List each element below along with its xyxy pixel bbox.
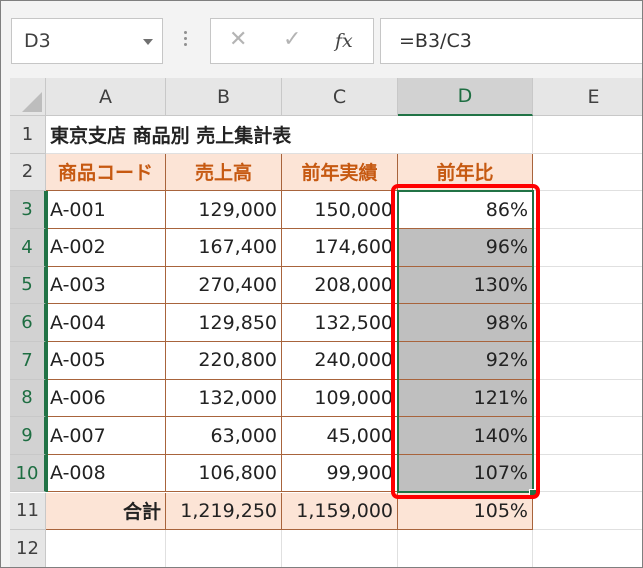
table-cell[interactable]: 96% [398,228,533,267]
column-header-c[interactable]: C [282,78,398,116]
empty-cell[interactable] [533,267,642,305]
row-header-5[interactable]: 5 [10,266,46,305]
table-cell[interactable]: 86% [398,191,533,229]
row-header-7[interactable]: 7 [10,341,46,380]
table-header-cell[interactable]: 商品コード [46,153,166,192]
table-cell[interactable]: 132,000 [166,379,282,418]
empty-cell[interactable] [533,380,642,418]
row-header-1[interactable]: 1 [10,116,46,154]
empty-cell[interactable] [533,304,642,342]
cell-d1[interactable] [398,116,533,154]
table-cell[interactable]: 130% [398,266,533,305]
product-code-cell[interactable]: A-002 [46,228,166,267]
checkmark-icon[interactable]: ✓ [283,27,301,52]
worksheet-grid[interactable]: A B C D E 1 2 3 4 5 6 7 8 9 10 11 12 東京支店 商品別 売上集計表 商品コード売… [10,78,642,567]
column-header-e[interactable]: E [533,78,642,116]
product-code-cell[interactable]: A-003 [46,266,166,305]
drag-handle-icon[interactable] [184,31,188,49]
table-cell[interactable]: 167,400 [166,228,282,267]
empty-cell[interactable] [166,530,282,567]
empty-cell[interactable] [46,530,166,567]
chevron-down-icon[interactable] [143,39,153,45]
cancel-icon[interactable]: ✕ [229,27,247,52]
table-cell[interactable]: 45,000 [282,417,398,455]
fill-handle[interactable] [529,488,537,497]
sheet-title-cell[interactable]: 東京支店 商品別 売上集計表 [46,116,398,154]
table-cell[interactable]: 208,000 [282,266,398,305]
cell-e1[interactable] [533,116,642,154]
row-header-10[interactable]: 10 [10,454,46,493]
table-cell[interactable]: 174,600 [282,228,398,267]
table-cell[interactable]: 92% [398,341,533,380]
column-header-a[interactable]: A [46,78,166,116]
insert-function-icon[interactable]: fx [335,30,353,52]
row-header-3[interactable]: 3 [10,191,46,229]
row-header-4[interactable]: 4 [10,228,46,267]
table-cell[interactable]: 109,000 [282,379,398,418]
table-header-cell[interactable]: 前年比 [398,153,533,192]
excel-window: D3 ✕ ✓ fx =B3/C3 A B C D E 1 2 3 4 5 6 7 8 9 10 11 12 東京支… [0,0,643,568]
table-cell[interactable]: 150,000 [282,191,398,229]
row-header-12[interactable]: 12 [10,530,46,567]
total-cell[interactable]: 1,159,000 [282,492,398,531]
total-cell[interactable]: 1,219,250 [166,492,282,531]
empty-cell[interactable] [533,455,642,493]
column-header-d[interactable]: D [398,78,533,116]
total-label-cell[interactable]: 合計 [46,492,166,531]
cell-e2[interactable] [533,154,642,192]
table-cell[interactable]: 99,900 [282,454,398,493]
table-cell[interactable]: 129,000 [166,191,282,229]
formula-text: =B3/C3 [399,30,472,52]
table-cell[interactable]: 270,400 [166,266,282,305]
product-code-cell[interactable]: A-004 [46,304,166,342]
empty-cell[interactable] [533,530,642,567]
table-cell[interactable]: 121% [398,379,533,418]
table-cell[interactable]: 132,500 [282,304,398,342]
select-all-button[interactable] [10,78,46,116]
table-cell[interactable]: 63,000 [166,417,282,455]
row-header-2[interactable]: 2 [10,153,46,192]
empty-cell[interactable] [533,229,642,267]
table-header-cell[interactable]: 売上高 [166,153,282,192]
empty-cell[interactable] [398,530,533,567]
total-cell[interactable]: 105% [398,492,533,531]
name-box-value: D3 [24,30,51,52]
empty-cell[interactable] [533,417,642,455]
table-header-cell[interactable]: 前年実績 [282,153,398,192]
table-cell[interactable]: 220,800 [166,341,282,380]
table-cell[interactable]: 129,850 [166,304,282,342]
select-all-icon [22,92,42,112]
formula-buttons: ✕ ✓ fx [210,18,374,64]
row-header-8[interactable]: 8 [10,379,46,418]
product-code-cell[interactable]: A-007 [46,417,166,455]
table-cell[interactable]: 240,000 [282,341,398,380]
product-code-cell[interactable]: A-001 [46,191,166,229]
table-cell[interactable]: 140% [398,417,533,455]
product-code-cell[interactable]: A-005 [46,341,166,380]
column-header-b[interactable]: B [166,78,282,116]
empty-cell[interactable] [533,493,642,531]
product-code-cell[interactable]: A-008 [46,454,166,493]
table-cell[interactable]: 107% [398,454,533,493]
table-cell[interactable]: 106,800 [166,454,282,493]
row-header-6[interactable]: 6 [10,304,46,342]
product-code-cell[interactable]: A-006 [46,379,166,418]
formula-input[interactable]: =B3/C3 [380,18,642,64]
row-header-9[interactable]: 9 [10,417,46,455]
empty-cell[interactable] [533,342,642,380]
empty-cell[interactable] [282,530,398,567]
row-header-11[interactable]: 11 [10,492,46,531]
table-cell[interactable]: 98% [398,304,533,342]
name-box[interactable]: D3 [11,18,163,64]
empty-cell[interactable] [533,191,642,229]
